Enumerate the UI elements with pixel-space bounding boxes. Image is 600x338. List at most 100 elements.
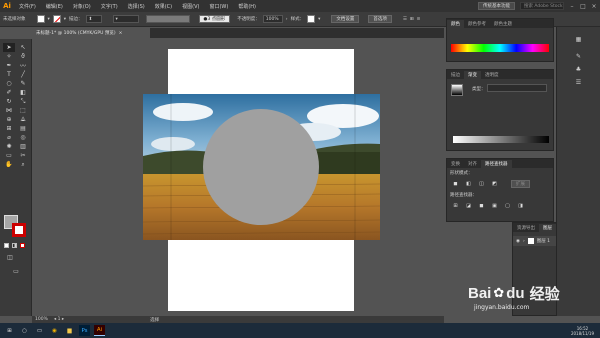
tab-color-themes[interactable]: 颜色主题: [490, 20, 516, 28]
tab-stroke[interactable]: 描边: [447, 71, 464, 79]
menu-type[interactable]: 文字(T): [96, 3, 123, 10]
preferences-button[interactable]: 首选项: [368, 15, 392, 23]
lasso-tool-icon[interactable]: ϑ: [17, 52, 29, 61]
stroke-swatch[interactable]: [52, 15, 61, 23]
slice-tool-icon[interactable]: ✂: [17, 151, 29, 160]
zoom-tool-icon[interactable]: ⌕: [17, 160, 29, 169]
curvature-tool-icon[interactable]: 〰: [17, 61, 29, 70]
close-icon[interactable]: ×: [591, 3, 597, 10]
graph-tool-icon[interactable]: ▥: [17, 142, 29, 151]
hand-tool-icon[interactable]: ✋: [3, 160, 15, 169]
symbols-icon[interactable]: ♣: [573, 65, 585, 74]
tab-color-guide[interactable]: 颜色参考: [464, 20, 490, 28]
chevron-down-icon[interactable]: ▾: [64, 17, 66, 22]
task-view-icon[interactable]: ▭: [34, 325, 45, 336]
variable-width-dropdown[interactable]: ▾: [112, 15, 139, 23]
rotate-tool-icon[interactable]: ↻: [3, 97, 15, 106]
unite-icon[interactable]: ◼: [451, 180, 460, 188]
menu-window[interactable]: 窗口(W): [204, 3, 233, 10]
tab-pathfinder[interactable]: 路径查找器: [481, 160, 512, 168]
style-swatch[interactable]: [307, 15, 316, 23]
menu-file[interactable]: 文件(F): [14, 3, 41, 10]
gradient-mode-icon[interactable]: [12, 243, 17, 248]
merge-icon[interactable]: ◼: [477, 202, 486, 210]
chevron-right-icon[interactable]: ›: [286, 17, 288, 22]
type-tool-icon[interactable]: T: [3, 70, 15, 79]
none-mode-icon[interactable]: [20, 243, 25, 248]
explorer-icon[interactable]: ▆: [64, 325, 75, 336]
document-setup-button[interactable]: 文档设置: [331, 15, 360, 23]
chrome-icon[interactable]: ◉: [49, 325, 60, 336]
gradient-type-dropdown[interactable]: [487, 84, 547, 92]
artboard-nav[interactable]: ◂ 1 ▸: [54, 317, 64, 322]
opacity-field[interactable]: 100%: [262, 15, 283, 23]
tab-layers[interactable]: 图层: [539, 224, 556, 232]
transform-icon[interactable]: ⊞: [410, 17, 414, 22]
pen-tool-icon[interactable]: ✒: [3, 61, 15, 70]
document-tab[interactable]: 未标题-1* @ 100% (CMYK/GPU 预览) ×: [32, 28, 150, 38]
menu-object[interactable]: 对象(O): [68, 3, 96, 10]
blend-tool-icon[interactable]: ◎: [17, 133, 29, 142]
gradient-slider[interactable]: [453, 136, 549, 143]
shape-builder-tool-icon[interactable]: ⊕: [3, 115, 15, 124]
line-tool-icon[interactable]: ╱: [17, 70, 29, 79]
minus-front-icon[interactable]: ◧: [464, 180, 473, 188]
draw-mode-icon[interactable]: ◫: [4, 253, 16, 262]
screen-mode-icon[interactable]: ▭: [10, 267, 22, 276]
direct-selection-tool-icon[interactable]: ↖: [17, 43, 29, 52]
exclude-icon[interactable]: ◩: [490, 180, 499, 188]
menu-effect[interactable]: 效果(C): [150, 3, 177, 10]
eraser-tool-icon[interactable]: ◧: [17, 88, 29, 97]
tab-asset-export[interactable]: 资源导出: [513, 224, 539, 232]
chevron-down-icon[interactable]: ▾: [318, 17, 320, 22]
minus-back-icon[interactable]: ◨: [516, 202, 525, 210]
color-mode-icon[interactable]: [4, 243, 9, 248]
width-tool-icon[interactable]: ⋈: [3, 106, 15, 115]
menu-help[interactable]: 帮助(H): [233, 3, 261, 10]
ellipse-tool-icon[interactable]: ○: [3, 79, 15, 88]
tab-transform[interactable]: 变换: [447, 160, 464, 168]
illustrator-icon[interactable]: Ai: [94, 325, 105, 336]
trim-icon[interactable]: ◪: [464, 202, 473, 210]
menu-edit[interactable]: 编辑(E): [41, 3, 68, 10]
intersect-icon[interactable]: ◫: [477, 180, 486, 188]
expand-button[interactable]: 扩展: [511, 180, 530, 188]
align-icon[interactable]: ☰: [403, 17, 407, 22]
perspective-grid-tool-icon[interactable]: ⟁: [17, 115, 29, 124]
shaper-tool-icon[interactable]: ✐: [3, 88, 15, 97]
eyedropper-tool-icon[interactable]: ⌀: [3, 133, 15, 142]
tab-color[interactable]: 颜色: [447, 20, 464, 28]
swatches-icon[interactable]: ▦: [573, 35, 585, 44]
tab-gradient[interactable]: 渐变: [464, 71, 481, 79]
brush-preview[interactable]: [145, 15, 190, 23]
stock-search-input[interactable]: 搜索 Adobe Stock: [520, 2, 564, 10]
canvas-area[interactable]: [32, 39, 444, 316]
menu-select[interactable]: 选择(S): [123, 3, 150, 10]
tab-align[interactable]: 对齐: [464, 160, 481, 168]
gradient-preview[interactable]: [451, 84, 463, 96]
tab-transparency[interactable]: 透明度: [481, 71, 503, 79]
panel-menu-icon[interactable]: ≡: [417, 17, 421, 22]
minimize-icon[interactable]: –: [569, 3, 575, 10]
divide-icon[interactable]: ⊞: [451, 202, 460, 210]
stroke-color-box[interactable]: [12, 223, 26, 237]
gradient-tool-icon[interactable]: ▤: [17, 124, 29, 133]
symbol-sprayer-tool-icon[interactable]: ✺: [3, 142, 15, 151]
selection-tool-icon[interactable]: ➤: [3, 43, 15, 52]
maximize-icon[interactable]: □: [580, 3, 586, 10]
gray-circle-shape[interactable]: [203, 109, 319, 225]
layer-name[interactable]: 图层 1: [537, 238, 550, 244]
eye-icon[interactable]: ◉: [516, 239, 520, 244]
windows-start-icon[interactable]: ⊞: [4, 325, 15, 336]
paintbrush-tool-icon[interactable]: ✎: [17, 79, 29, 88]
expand-arrow-icon[interactable]: ›: [523, 239, 525, 244]
stroke-weight-dropdown[interactable]: ⬍: [85, 15, 102, 23]
brush-dropdown[interactable]: ● 3 点圆形: [198, 15, 231, 23]
mesh-tool-icon[interactable]: ⊞: [3, 124, 15, 133]
magic-wand-tool-icon[interactable]: ✧: [3, 52, 15, 61]
fill-swatch[interactable]: [36, 15, 45, 23]
brushes-icon[interactable]: ✎: [573, 52, 585, 61]
fill-stroke-widget[interactable]: [4, 215, 28, 239]
photoshop-icon[interactable]: Ps: [79, 325, 90, 336]
color-spectrum[interactable]: [451, 44, 549, 52]
